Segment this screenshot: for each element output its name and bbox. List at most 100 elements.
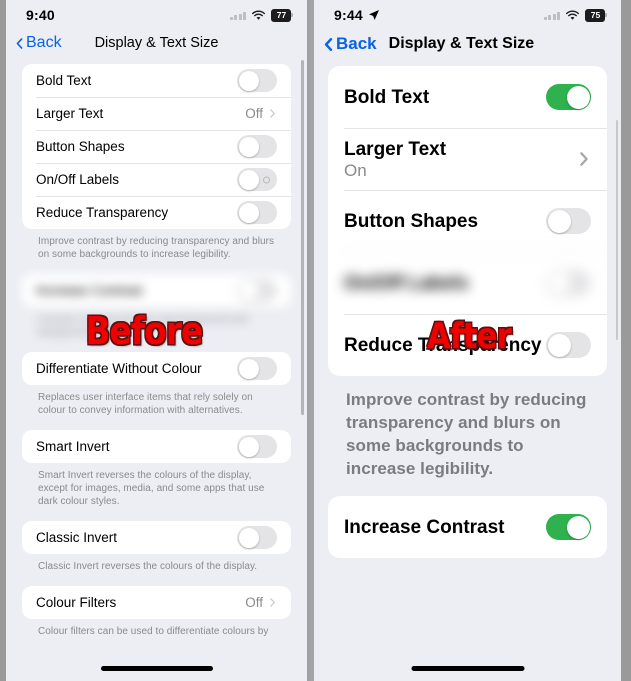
- cellular-signal-icon: [543, 11, 560, 20]
- row-reduce-transparency[interactable]: Reduce Transparency: [22, 196, 291, 229]
- increase-contrast-toggle[interactable]: [237, 279, 277, 302]
- row-increase-contrast[interactable]: Increase Contrast: [328, 496, 607, 558]
- status-bar-before: 9:40 77: [6, 0, 307, 30]
- cellular-signal-icon: [229, 11, 246, 20]
- wifi-icon: [252, 10, 265, 20]
- on-off-labels-toggle[interactable]: [546, 270, 591, 296]
- row-reduce-transparency[interactable]: Reduce Transparency: [328, 314, 607, 376]
- row-label: On/Off Labels: [36, 172, 120, 187]
- larger-text-value: On: [344, 160, 367, 180]
- wifi-icon: [566, 10, 579, 20]
- row-increase-contrast[interactable]: Increase Contrast: [22, 274, 291, 307]
- row-label: Colour Filters: [36, 595, 117, 610]
- classic-invert-toggle[interactable]: [237, 526, 277, 549]
- back-label: Back: [26, 34, 62, 51]
- chevron-right-icon: [270, 109, 275, 118]
- row-label: Differentiate Without Colour: [36, 361, 202, 376]
- back-label: Back: [336, 34, 377, 53]
- row-label: Bold Text: [36, 73, 92, 88]
- row-label: Reduce Transparency: [36, 205, 169, 220]
- row-label: Increase Contrast: [36, 283, 143, 298]
- off-label-circle-icon: [263, 176, 270, 183]
- row-bold-text[interactable]: Bold Text: [22, 64, 291, 97]
- row-larger-text[interactable]: Larger Text On: [328, 128, 607, 190]
- row-label: Larger Text: [36, 106, 104, 121]
- status-clock: 9:44: [334, 7, 363, 23]
- chevron-right-icon: [580, 152, 588, 166]
- increase-contrast-toggle[interactable]: [546, 514, 591, 540]
- footnote-classic-invert: Classic Invert reverses the colours of t…: [38, 561, 258, 572]
- row-label: Button Shapes: [344, 210, 479, 232]
- settings-list-after: Bold Text Larger Text On Button Shapes O…: [314, 66, 621, 558]
- on-off-labels-toggle[interactable]: [237, 168, 277, 191]
- row-label: Button Shapes: [36, 139, 125, 154]
- row-colour-filters[interactable]: Colour Filters Off: [22, 586, 291, 619]
- back-button[interactable]: Back: [14, 34, 62, 52]
- bold-text-toggle[interactable]: [546, 84, 591, 110]
- battery-indicator: 77: [271, 8, 293, 22]
- comparison-screenshot: 9:40 77 Back Display & Text Size Bold Te…: [0, 0, 631, 681]
- differentiate-card: Differentiate Without Colour: [22, 352, 291, 385]
- colour-filters-value: Off: [245, 595, 263, 610]
- chevron-left-icon: [16, 37, 23, 49]
- larger-text-value: Off: [245, 106, 263, 121]
- status-icons: 75: [543, 8, 607, 22]
- row-label-group: Larger Text On: [344, 138, 446, 181]
- row-classic-invert[interactable]: Classic Invert: [22, 521, 291, 554]
- row-on-off-labels[interactable]: On/Off Labels: [328, 252, 607, 314]
- back-button[interactable]: Back: [322, 34, 377, 54]
- smart-invert-toggle[interactable]: [237, 435, 277, 458]
- chevron-left-icon: [324, 37, 333, 51]
- row-label: Bold Text: [344, 86, 430, 108]
- display-options-card: Bold Text Larger Text On Button Shapes O…: [328, 66, 607, 376]
- row-larger-text[interactable]: Larger Text Off: [22, 97, 291, 130]
- status-icons: 77: [229, 8, 293, 22]
- scrollbar-after[interactable]: [616, 120, 618, 340]
- bold-text-toggle[interactable]: [237, 69, 277, 92]
- row-label: Smart Invert: [36, 439, 110, 454]
- home-indicator: [411, 666, 524, 671]
- footnote-differentiate: Replaces user interface items that rely …: [38, 392, 253, 416]
- row-bold-text[interactable]: Bold Text: [328, 66, 607, 128]
- colour-filters-card: Colour Filters Off: [22, 586, 291, 619]
- reduce-transparency-toggle[interactable]: [546, 332, 591, 358]
- footnote-colour-filters: Colour filters can be used to differenti…: [38, 626, 269, 637]
- footnote-transparency: Improve contrast by reducing transparenc…: [38, 236, 275, 260]
- scrollbar-before[interactable]: [301, 60, 304, 415]
- footnote-transparency: Improve contrast by reducing transparenc…: [346, 390, 587, 478]
- footnote-contrast: Increase contrast between app foreground…: [38, 314, 248, 338]
- blurred-section-before: Increase Contrast Increase contrast betw…: [22, 274, 291, 339]
- row-button-shapes[interactable]: Button Shapes: [22, 130, 291, 163]
- row-on-off-labels[interactable]: On/Off Labels: [22, 163, 291, 196]
- button-shapes-toggle[interactable]: [237, 135, 277, 158]
- reduce-transparency-toggle[interactable]: [237, 201, 277, 224]
- row-label: On/Off Labels: [344, 272, 469, 294]
- before-phone-panel: 9:40 77 Back Display & Text Size Bold Te…: [0, 0, 310, 681]
- home-indicator: [100, 666, 213, 671]
- smart-invert-card: Smart Invert: [22, 430, 291, 463]
- display-options-card: Bold Text Larger Text Off Button Shapes: [22, 64, 291, 229]
- after-phone-panel: 9:44 75 Back Display & Text Size Bold Te…: [310, 0, 628, 681]
- row-label: Increase Contrast: [344, 516, 505, 538]
- settings-list-before: Bold Text Larger Text Off Button Shapes: [6, 64, 307, 638]
- status-clock: 9:40: [26, 7, 55, 23]
- classic-invert-card: Classic Invert: [22, 521, 291, 554]
- row-differentiate-without-colour[interactable]: Differentiate Without Colour: [22, 352, 291, 385]
- row-value-group: Off: [245, 106, 277, 121]
- increase-contrast-card: Increase Contrast: [328, 496, 607, 558]
- row-label: Classic Invert: [36, 530, 118, 545]
- row-smart-invert[interactable]: Smart Invert: [22, 430, 291, 463]
- row-label: Reduce Transparency: [344, 334, 542, 356]
- button-shapes-toggle[interactable]: [546, 208, 591, 234]
- chevron-right-icon: [270, 598, 275, 607]
- page-title: Display & Text Size: [388, 35, 535, 52]
- row-label: Larger Text: [344, 138, 447, 160]
- location-arrow-icon: [368, 10, 379, 20]
- row-button-shapes[interactable]: Button Shapes: [328, 190, 607, 252]
- increase-contrast-card: Increase Contrast: [22, 274, 291, 307]
- nav-bar-before: Back Display & Text Size: [6, 30, 307, 64]
- differentiate-toggle[interactable]: [237, 357, 277, 380]
- status-bar-after: 9:44 75: [314, 0, 621, 30]
- row-value-group: Off: [245, 595, 277, 610]
- status-clock-group: 9:44: [334, 7, 380, 23]
